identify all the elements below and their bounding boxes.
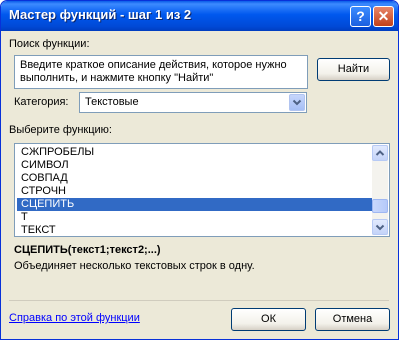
scroll-thumb[interactable] <box>372 199 388 213</box>
list-item[interactable]: СТРОЧН <box>17 185 372 198</box>
help-button[interactable]: ? <box>350 6 371 27</box>
cancel-button-label: Отмена <box>332 313 373 325</box>
dropdown-button[interactable] <box>289 94 305 111</box>
category-value: Текстовые <box>85 96 139 108</box>
search-input[interactable]: Введите краткое описание действия, котор… <box>14 55 308 89</box>
vertical-scrollbar[interactable] <box>372 145 388 235</box>
list-item[interactable]: СОВПАД <box>17 172 372 185</box>
chevron-down-icon <box>375 224 385 231</box>
search-input-line-1: Введите краткое описание действия, котор… <box>20 59 287 71</box>
function-wizard-dialog: Мастер функций - шаг 1 из 2 ? ✕ Поиск фу… <box>0 0 399 340</box>
category-label: Категория: <box>14 96 69 108</box>
search-label: Поиск функции: <box>9 38 90 50</box>
find-button-label: Найти <box>337 63 370 75</box>
list-item-selected[interactable]: СЦЕПИТЬ <box>17 198 372 211</box>
cancel-button[interactable]: Отмена <box>315 308 390 331</box>
functions-label: Выберите функцию: <box>9 124 112 136</box>
category-select[interactable]: Текстовые <box>79 92 307 113</box>
scroll-down-button[interactable] <box>372 219 388 235</box>
function-list[interactable]: СЖПРОБЕЛЫ СИМВОЛ СОВПАД СТРОЧН СЦЕПИТЬ Т… <box>14 143 390 237</box>
ok-button-label: ОК <box>261 313 276 325</box>
find-button[interactable]: Найти <box>317 58 390 81</box>
function-help-link[interactable]: Справка по этой функции <box>9 312 140 324</box>
window-title: Мастер функций - шаг 1 из 2 <box>9 7 192 22</box>
list-item[interactable]: ТЕКСТ <box>17 224 372 237</box>
list-item[interactable]: СЖПРОБЕЛЫ <box>17 146 372 159</box>
question-mark-icon: ? <box>356 8 365 24</box>
title-bar[interactable]: Мастер функций - шаг 1 из 2 ? ✕ <box>1 1 398 31</box>
chevron-down-icon <box>292 99 302 106</box>
chevron-up-icon <box>375 150 385 156</box>
list-item[interactable]: СИМВОЛ <box>17 159 372 172</box>
ok-button[interactable]: ОК <box>231 308 306 331</box>
separator <box>9 300 389 301</box>
function-signature: СЦЕПИТЬ(текст1;текст2;...) <box>14 244 161 256</box>
close-button[interactable]: ✕ <box>373 6 394 27</box>
function-description: Объединяет несколько текстовых строк в о… <box>14 260 255 272</box>
scroll-up-button[interactable] <box>372 145 388 161</box>
list-item[interactable]: Т <box>17 211 372 224</box>
search-input-line-2: выполнить, и нажмите кнопку "Найти" <box>20 72 214 84</box>
close-icon: ✕ <box>377 8 390 24</box>
